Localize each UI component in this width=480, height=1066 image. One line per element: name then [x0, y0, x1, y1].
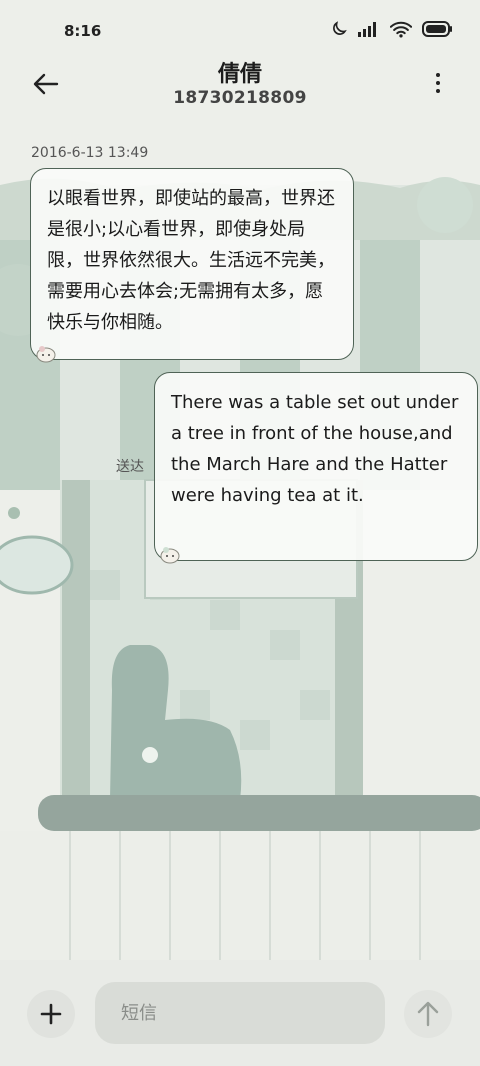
bubble-sticker-icon	[36, 346, 56, 363]
outgoing-message-bubble[interactable]: There was a table set out under a tree i…	[154, 372, 478, 564]
battery-icon	[422, 21, 452, 37]
more-options-button[interactable]	[426, 68, 450, 98]
add-attachment-button[interactable]	[27, 990, 75, 1038]
plus-icon	[40, 1003, 62, 1025]
bubble-sticker-icon	[160, 547, 180, 564]
arrow-up-icon	[417, 1001, 439, 1027]
composer-bar	[0, 960, 480, 1066]
status-bar: 8:16	[0, 0, 480, 62]
signal-icon	[358, 22, 376, 37]
status-icons	[330, 20, 452, 38]
message-text: 以眼看世界，即使站的最高，世界还是很小;以心看世界，即使身处局限，世界依然很大。…	[47, 188, 335, 333]
status-time: 8:16	[64, 22, 102, 40]
conversation-header: 倩倩 18730218809	[0, 62, 480, 122]
contact-phone-number: 18730218809	[173, 88, 307, 108]
incoming-message-bubble[interactable]: 以眼看世界，即使站的最高，世界还是很小;以心看世界，即使身处局限，世界依然很大。…	[30, 168, 354, 363]
message-text: There was a table set out under a tree i…	[171, 392, 459, 506]
sms-input[interactable]	[95, 982, 385, 1044]
message-timestamp: 2016-6-13 13:49	[31, 145, 149, 161]
moon-icon	[333, 21, 347, 35]
send-button[interactable]	[404, 990, 452, 1038]
wifi-icon	[390, 21, 412, 38]
message-delivery-status: 送达	[116, 459, 144, 475]
contact-name: 倩倩	[217, 62, 262, 87]
more-vertical-icon	[436, 73, 440, 77]
